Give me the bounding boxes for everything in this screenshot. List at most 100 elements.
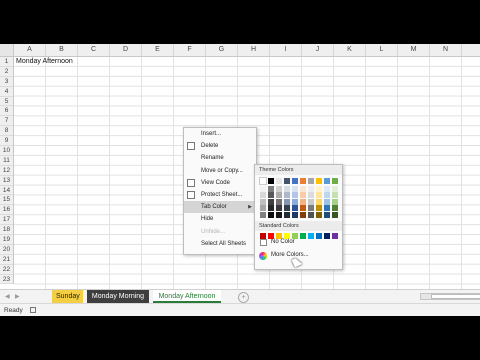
theme-color-swatch[interactable]: [260, 192, 266, 198]
theme-color-swatch[interactable]: [308, 198, 314, 205]
theme-color-swatch[interactable]: [332, 198, 338, 205]
row-header-3[interactable]: 3: [0, 77, 13, 87]
theme-color-swatch[interactable]: [324, 198, 330, 205]
theme-color-swatch[interactable]: [308, 185, 314, 192]
theme-color-swatch[interactable]: [284, 178, 290, 184]
row-header-16[interactable]: 16: [0, 205, 13, 216]
standard-color-swatch[interactable]: [316, 233, 322, 239]
theme-color-swatch[interactable]: [316, 192, 322, 198]
theme-color-swatch[interactable]: [324, 185, 330, 192]
theme-color-swatch[interactable]: [324, 192, 330, 198]
theme-color-swatch[interactable]: [268, 205, 274, 211]
theme-color-swatch[interactable]: [300, 178, 306, 184]
theme-color-swatch[interactable]: [268, 211, 274, 218]
prev-sheet-icon[interactable]: ◀: [5, 293, 10, 300]
theme-color-swatch[interactable]: [300, 192, 306, 198]
more-colors-option[interactable]: More Colors...: [271, 252, 309, 258]
theme-color-swatch[interactable]: [276, 185, 282, 192]
theme-color-swatch[interactable]: [300, 205, 306, 211]
theme-color-swatch[interactable]: [308, 178, 314, 184]
row-header-13[interactable]: 13: [0, 176, 13, 186]
theme-color-swatch[interactable]: [324, 205, 330, 211]
theme-color-swatch[interactable]: [284, 192, 290, 198]
theme-color-swatch[interactable]: [292, 192, 298, 198]
theme-color-swatch[interactable]: [300, 198, 306, 205]
menu-item-delete[interactable]: Delete: [184, 140, 256, 152]
theme-color-swatch[interactable]: [324, 211, 330, 218]
column-header-c[interactable]: C: [78, 44, 110, 56]
theme-color-swatch[interactable]: [292, 198, 298, 205]
theme-color-swatch[interactable]: [284, 185, 290, 192]
standard-color-swatch[interactable]: [308, 233, 314, 239]
row-header-15[interactable]: 15: [0, 195, 13, 206]
row-header-1[interactable]: 1: [0, 57, 13, 67]
theme-color-swatch[interactable]: [316, 205, 322, 211]
theme-color-swatch[interactable]: [268, 192, 274, 198]
theme-color-swatch[interactable]: [316, 211, 322, 218]
theme-color-swatch[interactable]: [260, 211, 266, 218]
horizontal-scroll-thumb[interactable]: [431, 294, 480, 299]
theme-color-swatch[interactable]: [308, 205, 314, 211]
column-header-k[interactable]: K: [334, 44, 366, 56]
column-header-m[interactable]: M: [398, 44, 430, 56]
theme-color-swatch[interactable]: [268, 198, 274, 205]
standard-color-swatch[interactable]: [300, 233, 306, 239]
theme-color-swatch[interactable]: [284, 211, 290, 218]
theme-color-swatch[interactable]: [332, 185, 338, 192]
row-header-10[interactable]: 10: [0, 146, 13, 156]
row-header-4[interactable]: 4: [0, 87, 13, 97]
menu-item-rename[interactable]: Rename: [184, 152, 256, 164]
theme-color-swatch[interactable]: [332, 211, 338, 218]
row-header-22[interactable]: 22: [0, 265, 13, 275]
theme-color-swatch[interactable]: [316, 178, 322, 184]
theme-color-swatch[interactable]: [316, 185, 322, 192]
column-header-d[interactable]: D: [110, 44, 142, 56]
row-header-21[interactable]: 21: [0, 255, 13, 265]
theme-color-swatch[interactable]: [276, 211, 282, 218]
column-header-e[interactable]: E: [142, 44, 174, 56]
horizontal-scrollbar[interactable]: [420, 293, 480, 300]
column-header-b[interactable]: B: [46, 44, 78, 56]
menu-item-hide[interactable]: Hide: [184, 213, 256, 225]
theme-color-swatch[interactable]: [268, 185, 274, 192]
theme-color-swatch[interactable]: [268, 178, 274, 184]
theme-color-swatch[interactable]: [308, 211, 314, 218]
menu-item-select-all-sheets[interactable]: Select All Sheets: [184, 238, 256, 250]
menu-item-insert[interactable]: Insert...: [184, 128, 256, 140]
row-header-5[interactable]: 5: [0, 97, 13, 107]
sheet-tab-sunday[interactable]: Sunday: [52, 290, 83, 303]
theme-color-swatch[interactable]: [259, 177, 267, 185]
next-sheet-icon[interactable]: ▶: [15, 293, 20, 300]
row-header-20[interactable]: 20: [0, 245, 13, 255]
theme-color-swatch[interactable]: [324, 178, 330, 184]
menu-item-protect-sheet[interactable]: Protect Sheet...: [184, 189, 256, 201]
theme-color-swatch[interactable]: [276, 205, 282, 211]
theme-color-swatch[interactable]: [284, 205, 290, 211]
column-header-n[interactable]: N: [430, 44, 462, 56]
column-header-h[interactable]: H: [238, 44, 270, 56]
column-header-i[interactable]: I: [270, 44, 302, 56]
add-sheet-icon[interactable]: +: [238, 292, 249, 303]
theme-color-swatch[interactable]: [276, 178, 282, 184]
theme-color-swatch[interactable]: [332, 192, 338, 198]
theme-color-swatch[interactable]: [260, 205, 266, 211]
theme-color-swatch[interactable]: [276, 198, 282, 205]
column-header-j[interactable]: J: [302, 44, 334, 56]
no-color-option[interactable]: No Color: [271, 239, 295, 245]
row-header-17[interactable]: 17: [0, 215, 13, 226]
theme-color-swatch[interactable]: [292, 178, 298, 184]
theme-color-swatch[interactable]: [292, 211, 298, 218]
row-header-23[interactable]: 23: [0, 275, 13, 285]
standard-color-swatch[interactable]: [332, 233, 338, 239]
theme-color-swatch[interactable]: [260, 185, 266, 192]
theme-color-swatch[interactable]: [276, 192, 282, 198]
row-header-7[interactable]: 7: [0, 116, 13, 127]
row-header-6[interactable]: 6: [0, 106, 13, 117]
theme-color-swatch[interactable]: [260, 198, 266, 205]
cell-a1[interactable]: Monday Afternoon: [16, 57, 73, 67]
row-header-14[interactable]: 14: [0, 186, 13, 196]
column-header-f[interactable]: F: [174, 44, 206, 56]
standard-color-swatch[interactable]: [324, 233, 330, 239]
row-header-12[interactable]: 12: [0, 166, 13, 176]
menu-item-view-code[interactable]: View Code: [184, 177, 256, 189]
